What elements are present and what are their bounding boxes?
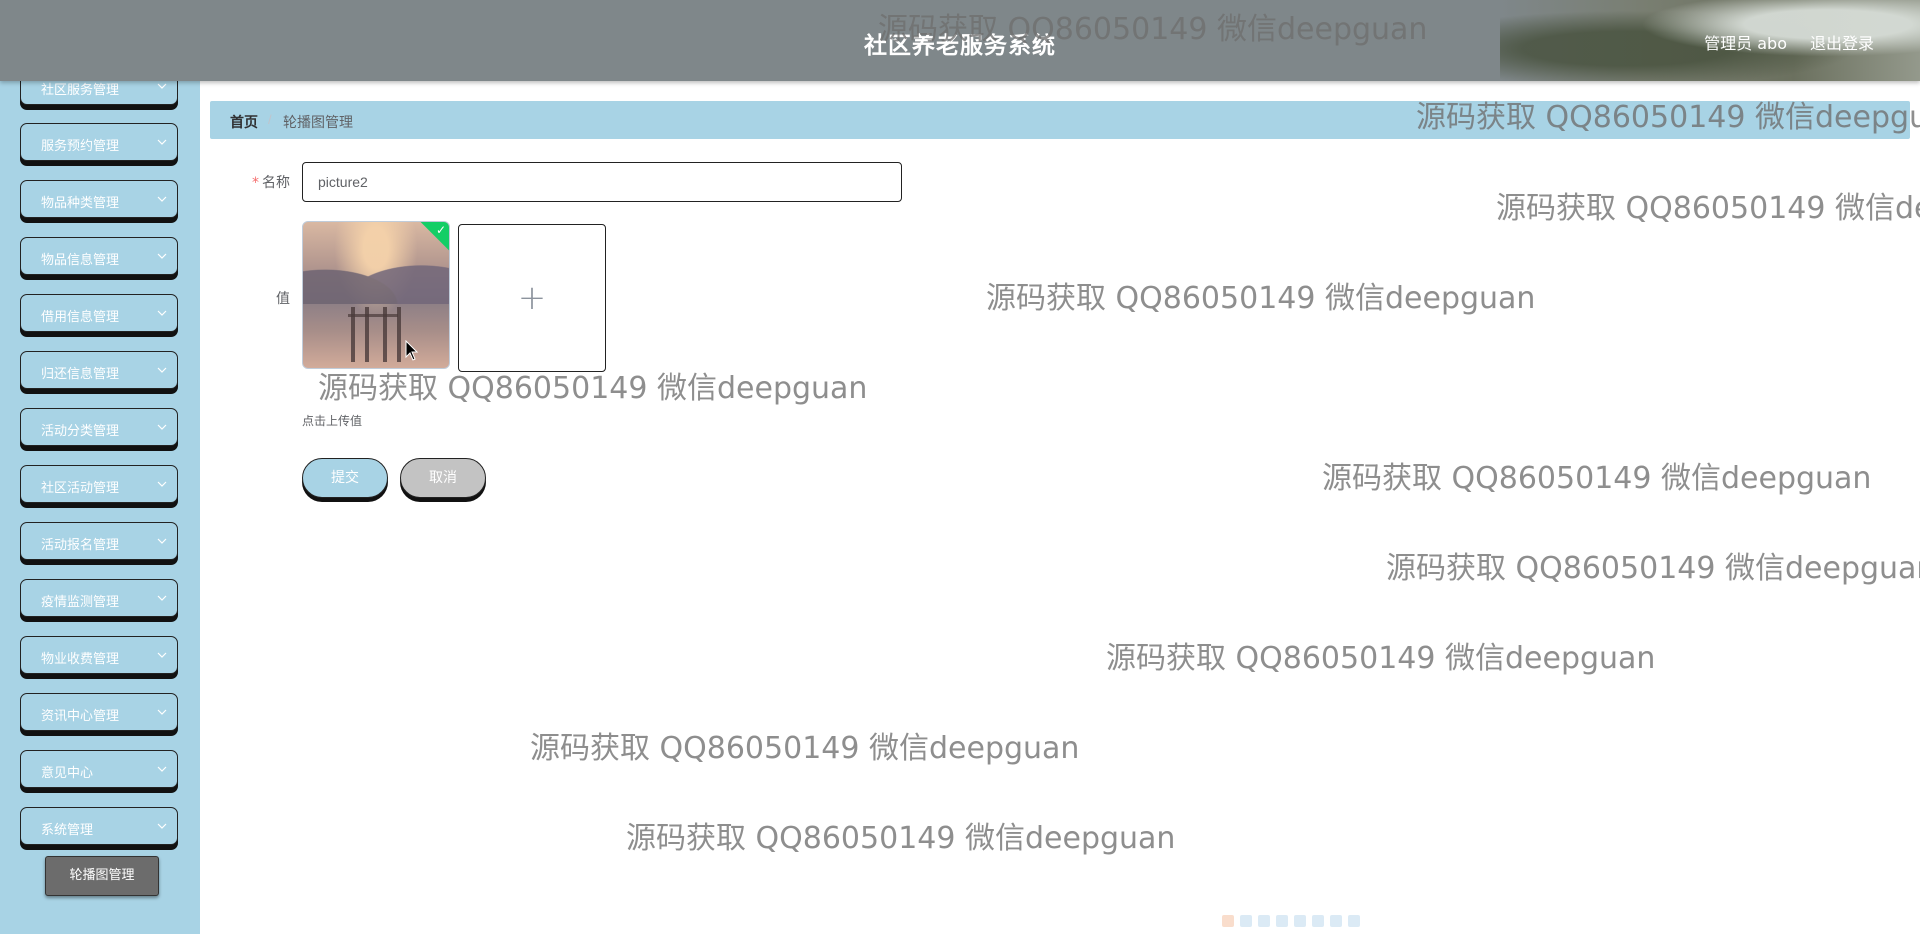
sidebar-item-return-info[interactable]: 归还信息管理 — [20, 351, 178, 389]
ime-toolbar — [1222, 914, 1422, 930]
sidebar-item-property-fees[interactable]: 物业收费管理 — [20, 636, 178, 674]
watermark-text: 源码获取 QQ86050149 微信deepguan — [626, 821, 1176, 856]
chevron-down-icon — [157, 83, 167, 89]
ime-icon — [1222, 915, 1234, 927]
thumbnail-rail — [348, 314, 398, 317]
breadcrumb-home[interactable]: 首页 — [230, 112, 258, 132]
sidebar-item-label: 社区活动管理 — [41, 481, 120, 496]
chevron-down-icon — [157, 766, 167, 772]
sidebar-item-label: 物品信息管理 — [41, 253, 120, 268]
sidebar-item-epidemic-monitoring[interactable]: 疫情监测管理 — [20, 579, 178, 617]
sidebar-item-label: 疫情监测管理 — [41, 595, 120, 610]
breadcrumb-separator: / — [268, 112, 272, 127]
sidebar-item-news-center[interactable]: 资讯中心管理 — [20, 693, 178, 731]
chevron-down-icon — [157, 595, 167, 601]
sidebar-item-label: 活动报名管理 — [41, 538, 120, 553]
watermark-text: 源码获取 QQ86050149 微信de — [1496, 191, 1920, 226]
chevron-down-icon — [157, 823, 167, 829]
sidebar: 社区服务管理 服务预约管理 物品种类管理 物品信息管理 借用信息管理 归还信息管… — [0, 67, 200, 934]
sidebar-subitem-carousel[interactable]: 轮播图管理 — [45, 856, 159, 896]
uploaded-image-thumbnail[interactable]: ✓ — [302, 221, 450, 369]
ime-icon — [1348, 915, 1360, 927]
ime-icon — [1258, 915, 1270, 927]
watermark-text: 源码获取 QQ86050149 微信deepguan — [530, 731, 1080, 766]
logout-link[interactable]: 退出登录 — [1810, 30, 1874, 54]
chevron-down-icon — [157, 652, 167, 658]
name-label: * 名称 — [240, 172, 290, 192]
breadcrumb: 首页 / 轮播图管理 — [210, 101, 1910, 139]
ime-icon — [1240, 915, 1252, 927]
sidebar-item-activity-category[interactable]: 活动分类管理 — [20, 408, 178, 446]
sidebar-item-label: 借用信息管理 — [41, 310, 120, 325]
chevron-down-icon — [157, 253, 167, 259]
breadcrumb-current: 轮播图管理 — [283, 115, 353, 131]
ime-icon — [1330, 915, 1342, 927]
current-user: 管理员 abo — [1704, 34, 1787, 53]
chevron-down-icon — [157, 367, 167, 373]
sidebar-item-label: 系统管理 — [41, 823, 94, 838]
chevron-down-icon — [157, 709, 167, 715]
required-mark: * — [252, 175, 259, 191]
upload-button[interactable]: + — [458, 224, 606, 372]
app-title: 社区养老服务系统 — [864, 33, 1056, 59]
plus-icon: + — [517, 278, 547, 318]
sidebar-item-system-management[interactable]: 系统管理 — [20, 807, 178, 845]
sidebar-item-label: 归还信息管理 — [41, 367, 120, 382]
sidebar-item-label: 活动分类管理 — [41, 424, 120, 439]
sidebar-item-label: 意见中心 — [41, 766, 94, 781]
chevron-down-icon — [157, 424, 167, 430]
sidebar-item-label: 物业收费管理 — [41, 652, 120, 667]
sidebar-item-activity-signup[interactable]: 活动报名管理 — [20, 522, 178, 560]
name-label-text: 名称 — [262, 175, 290, 191]
sidebar-item-borrow-info[interactable]: 借用信息管理 — [20, 294, 178, 332]
ime-icon — [1312, 915, 1324, 927]
watermark-text: 源码获取 QQ86050149 微信deepguan — [1386, 551, 1920, 586]
sidebar-item-label: 社区服务管理 — [41, 83, 120, 98]
value-label: 值 — [276, 291, 290, 307]
chevron-down-icon — [157, 481, 167, 487]
chevron-down-icon — [157, 538, 167, 544]
cancel-button[interactable]: 取消 — [400, 458, 486, 498]
submit-button[interactable]: 提交 — [302, 458, 388, 498]
thumbnail-mountains — [303, 244, 449, 304]
sidebar-item-item-category[interactable]: 物品种类管理 — [20, 180, 178, 218]
sidebar-item-feedback-center[interactable]: 意见中心 — [20, 750, 178, 788]
sidebar-item-label: 服务预约管理 — [41, 139, 120, 154]
check-icon: ✓ — [435, 223, 446, 237]
sidebar-item-community-activity[interactable]: 社区活动管理 — [20, 465, 178, 503]
watermark-text: 源码获取 QQ86050149 微信deepguan — [1322, 461, 1872, 496]
ime-icon — [1276, 915, 1288, 927]
chevron-down-icon — [157, 139, 167, 145]
sidebar-item-label: 物品种类管理 — [41, 196, 120, 211]
chevron-down-icon — [157, 310, 167, 316]
watermark-text: 源码获取 QQ86050149 微信deepguan — [986, 281, 1536, 316]
top-header: 社区养老服务系统 管理员 abo 退出登录 — [0, 0, 1920, 81]
watermark-text: 源码获取 QQ86050149 微信deepguan — [1106, 641, 1656, 676]
upload-tip: 点击上传值 — [302, 414, 363, 428]
sidebar-item-item-info[interactable]: 物品信息管理 — [20, 237, 178, 275]
chevron-down-icon — [157, 196, 167, 202]
sidebar-item-label: 资讯中心管理 — [41, 709, 120, 724]
name-input[interactable] — [302, 162, 902, 202]
ime-icon — [1294, 915, 1306, 927]
sidebar-item-service-booking[interactable]: 服务预约管理 — [20, 123, 178, 161]
